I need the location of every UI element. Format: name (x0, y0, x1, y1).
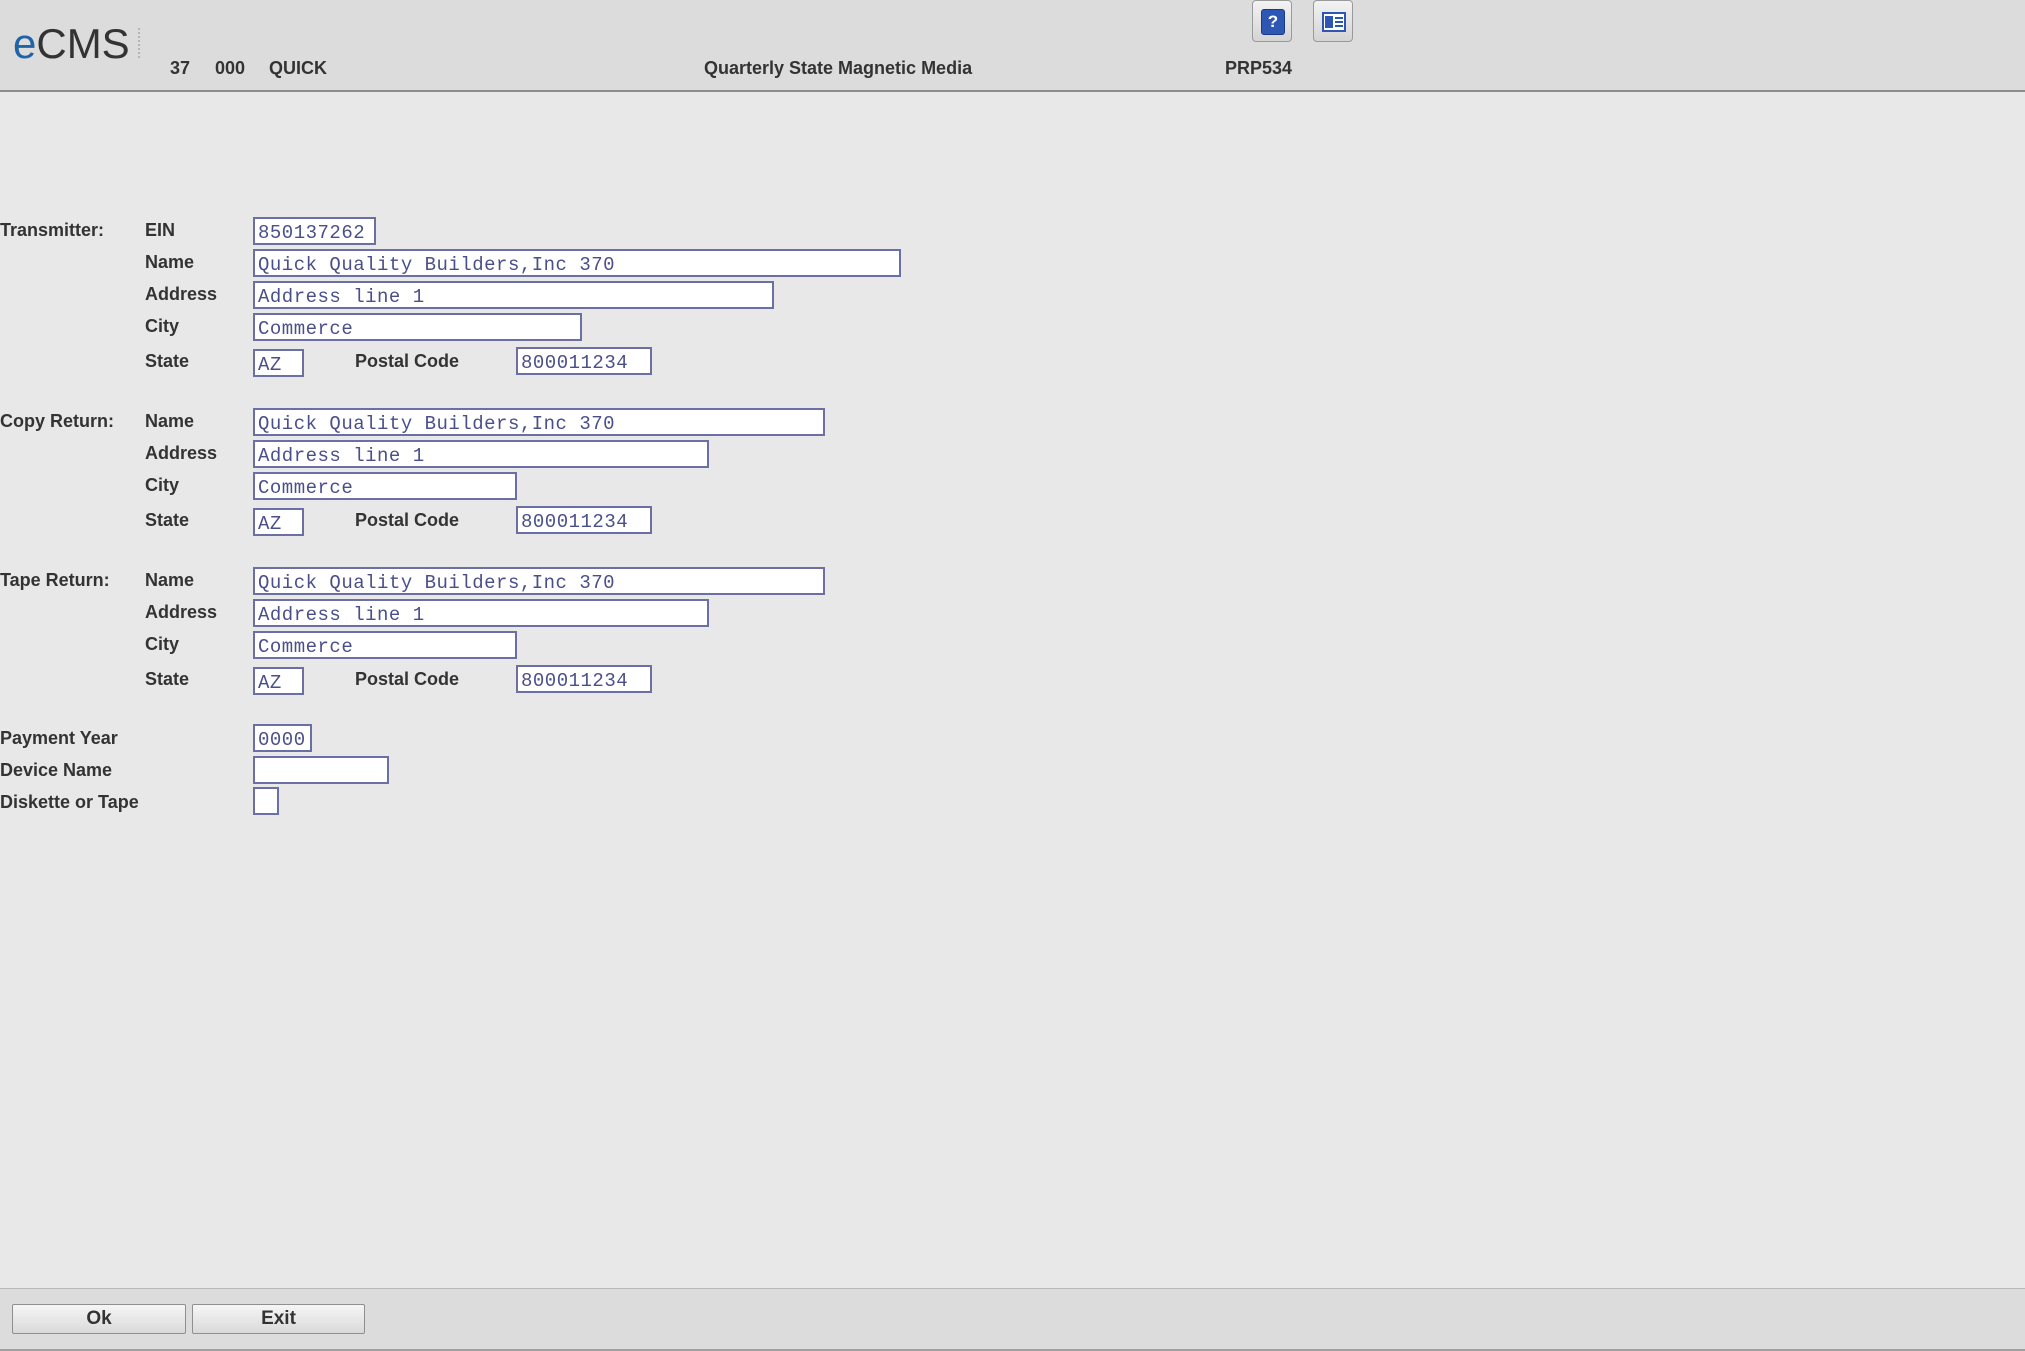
transmitter-city-field[interactable]: Commerce (253, 313, 582, 341)
tape-return-section-label: Tape Return: (0, 570, 110, 590)
diskette-or-tape-label: Diskette or Tape (0, 792, 139, 812)
logo-divider (138, 28, 140, 58)
copy-return-address-label: Address (145, 443, 218, 463)
transmitter-city-label: City (145, 316, 180, 336)
tape-return-postal-field[interactable]: 800011234 (516, 665, 652, 693)
copy-return-state-label: State (145, 510, 190, 530)
ecms-logo: eCMS (13, 20, 130, 67)
exit-button[interactable]: Exit (192, 1304, 365, 1334)
payment-year-label: Payment Year (0, 728, 118, 748)
transmitter-ein-field[interactable]: 850137262 (253, 217, 376, 245)
transmitter-name-label: Name (145, 252, 195, 272)
tape-return-name-label: Name (145, 570, 195, 590)
transmitter-postal-field[interactable]: 800011234 (516, 347, 652, 375)
screen-title: Quarterly State Magnetic Media (704, 58, 973, 78)
copy-return-address-field[interactable]: Address line 1 (253, 440, 709, 468)
transmitter-name-field[interactable]: Quick Quality Builders,Inc 370 (253, 249, 901, 277)
program-id: PRP534 (1225, 58, 1293, 78)
transmitter-state-field[interactable]: AZ (253, 349, 304, 377)
tape-return-address-label: Address (145, 602, 218, 622)
copy-return-name-field[interactable]: Quick Quality Builders,Inc 370 (253, 408, 825, 436)
copy-return-postal-label: Postal Code (355, 510, 460, 530)
footer-bar: Ok Exit (0, 1288, 2025, 1351)
copy-return-state-field[interactable]: AZ (253, 508, 304, 536)
transmitter-ein-label: EIN (145, 220, 176, 240)
user-id: QUICK (269, 58, 327, 78)
header-bar: eCMS 37 000 QUICK Quarterly State Magnet… (0, 0, 2025, 92)
copy-return-city-label: City (145, 475, 180, 495)
transmitter-state-label: State (145, 351, 190, 371)
transmitter-section-label: Transmitter: (0, 220, 105, 240)
device-name-field[interactable] (253, 756, 389, 784)
device-name-label: Device Name (0, 760, 113, 780)
tape-return-state-label: State (145, 669, 190, 689)
help-button[interactable]: ? (1252, 0, 1292, 42)
division-number: 000 (215, 58, 246, 78)
copy-return-section-label: Copy Return: (0, 411, 114, 431)
payment-year-field[interactable]: 0000 (253, 724, 312, 752)
tape-return-address-field[interactable]: Address line 1 (253, 599, 709, 627)
copy-return-name-label: Name (145, 411, 195, 431)
tape-return-name-field[interactable]: Quick Quality Builders,Inc 370 (253, 567, 825, 595)
tape-return-postal-label: Postal Code (355, 669, 460, 689)
transmitter-address-label: Address (145, 284, 218, 304)
tape-return-city-field[interactable]: Commerce (253, 631, 517, 659)
help-icon: ? (1261, 9, 1285, 35)
transmitter-postal-label: Postal Code (355, 351, 460, 371)
company-number: 37 (170, 58, 191, 78)
copy-return-postal-field[interactable]: 800011234 (516, 506, 652, 534)
excel-export-icon (1322, 12, 1346, 32)
tape-return-state-field[interactable]: AZ (253, 667, 304, 695)
excel-export-button[interactable] (1313, 0, 1353, 42)
copy-return-city-field[interactable]: Commerce (253, 472, 517, 500)
tape-return-city-label: City (145, 634, 180, 654)
ok-button[interactable]: Ok (12, 1304, 186, 1334)
transmitter-address-field[interactable]: Address line 1 (253, 281, 774, 309)
diskette-or-tape-field[interactable] (253, 787, 279, 815)
